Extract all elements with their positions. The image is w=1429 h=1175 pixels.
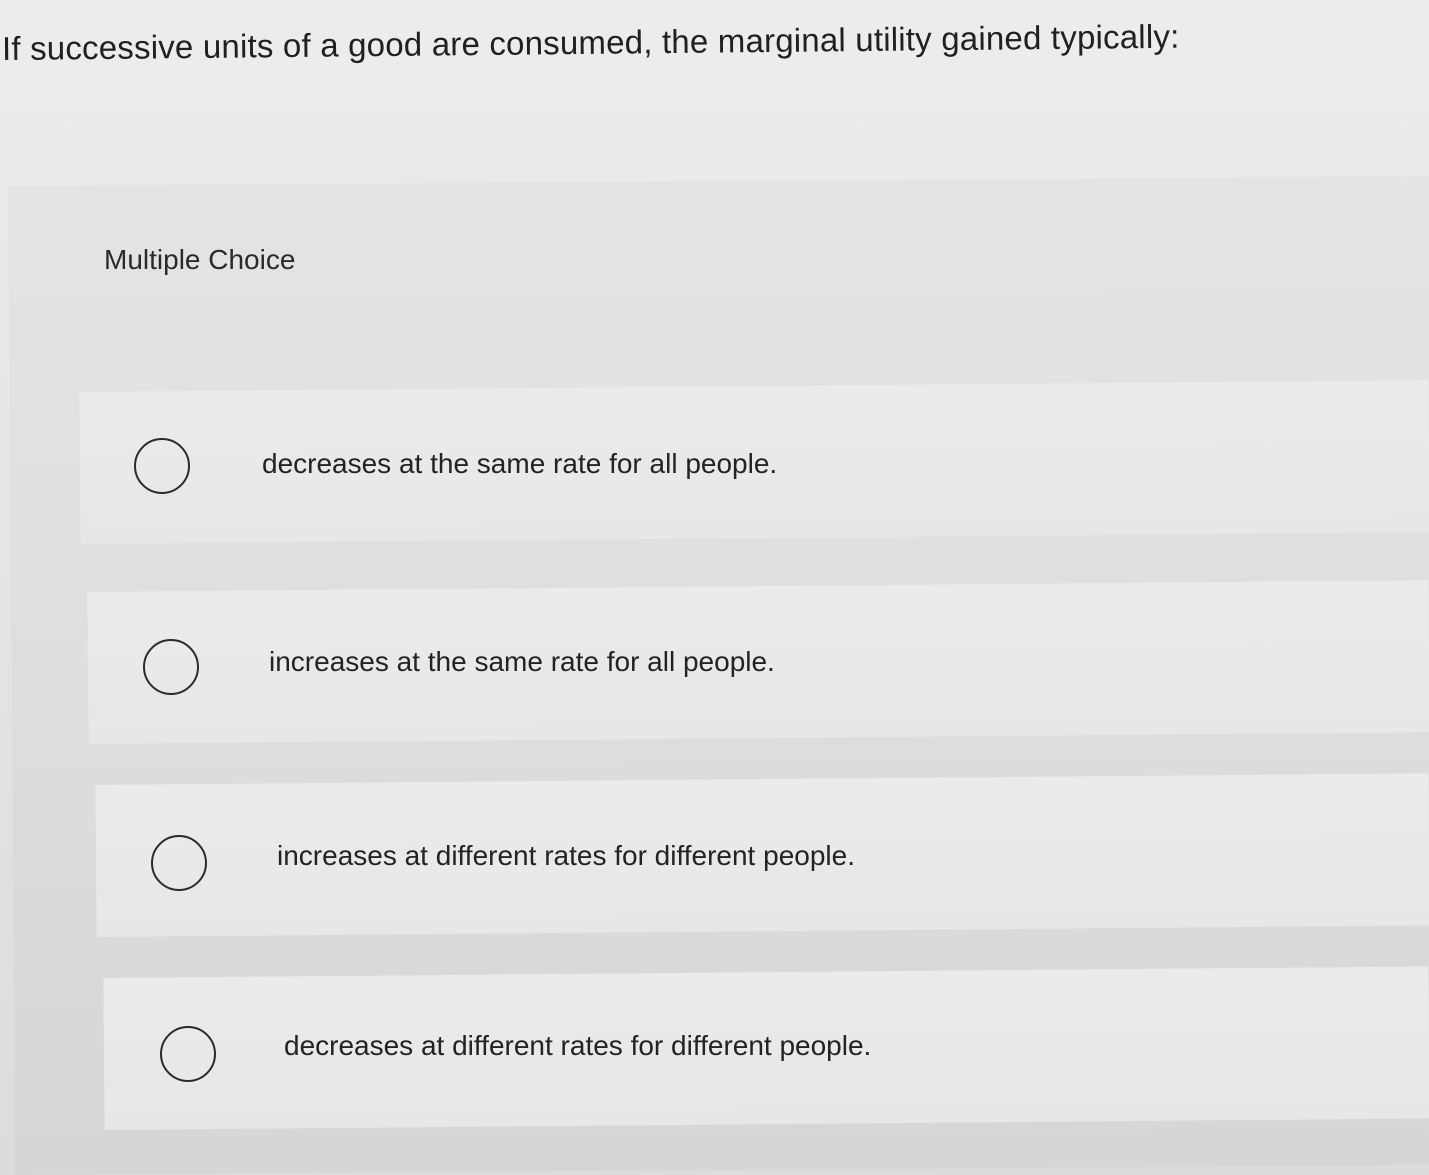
radio-option-1[interactable] [134,438,190,494]
option-label-2[interactable]: increases at the same rate for all peopl… [269,646,775,678]
option-label-1[interactable]: decreases at the same rate for all peopl… [262,448,777,480]
option-label-4[interactable]: decreases at different rates for differe… [284,1030,871,1062]
radio-option-2[interactable] [143,639,199,695]
question-text: If successive units of a good are consum… [1,17,1180,67]
option-label-3[interactable]: increases at different rates for differe… [277,840,855,872]
radio-option-4[interactable] [160,1026,216,1082]
question-type-label: Multiple Choice [104,244,296,275]
radio-option-3[interactable] [151,835,207,891]
